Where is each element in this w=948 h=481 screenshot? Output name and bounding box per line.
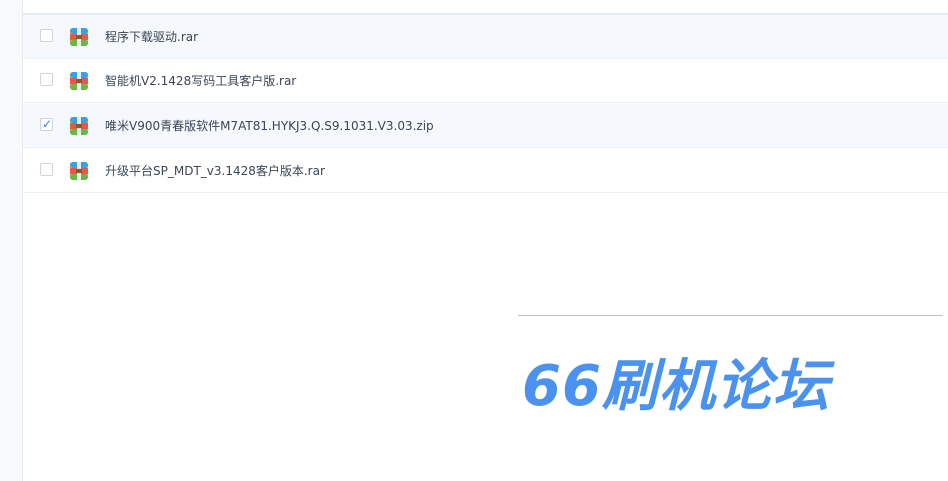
row-checkbox[interactable]	[40, 29, 53, 42]
archive-icon	[70, 117, 88, 135]
archive-icon	[70, 28, 88, 46]
file-name[interactable]: 程序下载驱动.rar	[105, 28, 198, 46]
row-checkbox[interactable]	[40, 73, 53, 86]
table-row[interactable]: 智能机V2.1428写码工具客户版.rar	[23, 59, 948, 103]
row-checkbox[interactable]: ✓	[40, 117, 53, 131]
left-gutter	[0, 0, 23, 481]
checkmark-icon: ✓	[42, 117, 53, 131]
watermark-logo: 66刷机论坛	[522, 354, 830, 419]
table-row[interactable]: ✓ 唯米V900青春版软件M7AT81.HYKJ3.Q.S9.1031.V3.0…	[23, 104, 948, 148]
file-name[interactable]: 升级平台SP_MDT_v3.1428客户版本.rar	[105, 162, 325, 180]
row-checkbox[interactable]	[40, 163, 53, 176]
archive-icon	[70, 162, 88, 180]
table-row[interactable]: 程序下载驱动.rar	[23, 14, 948, 59]
table-row[interactable]: 升级平台SP_MDT_v3.1428客户版本.rar	[23, 149, 948, 193]
file-name[interactable]: 唯米V900青春版软件M7AT81.HYKJ3.Q.S9.1031.V3.03.…	[105, 117, 434, 135]
archive-icon	[70, 72, 88, 90]
table-row-partial	[23, 0, 948, 14]
file-name[interactable]: 智能机V2.1428写码工具客户版.rar	[105, 72, 296, 90]
divider	[518, 315, 943, 316]
